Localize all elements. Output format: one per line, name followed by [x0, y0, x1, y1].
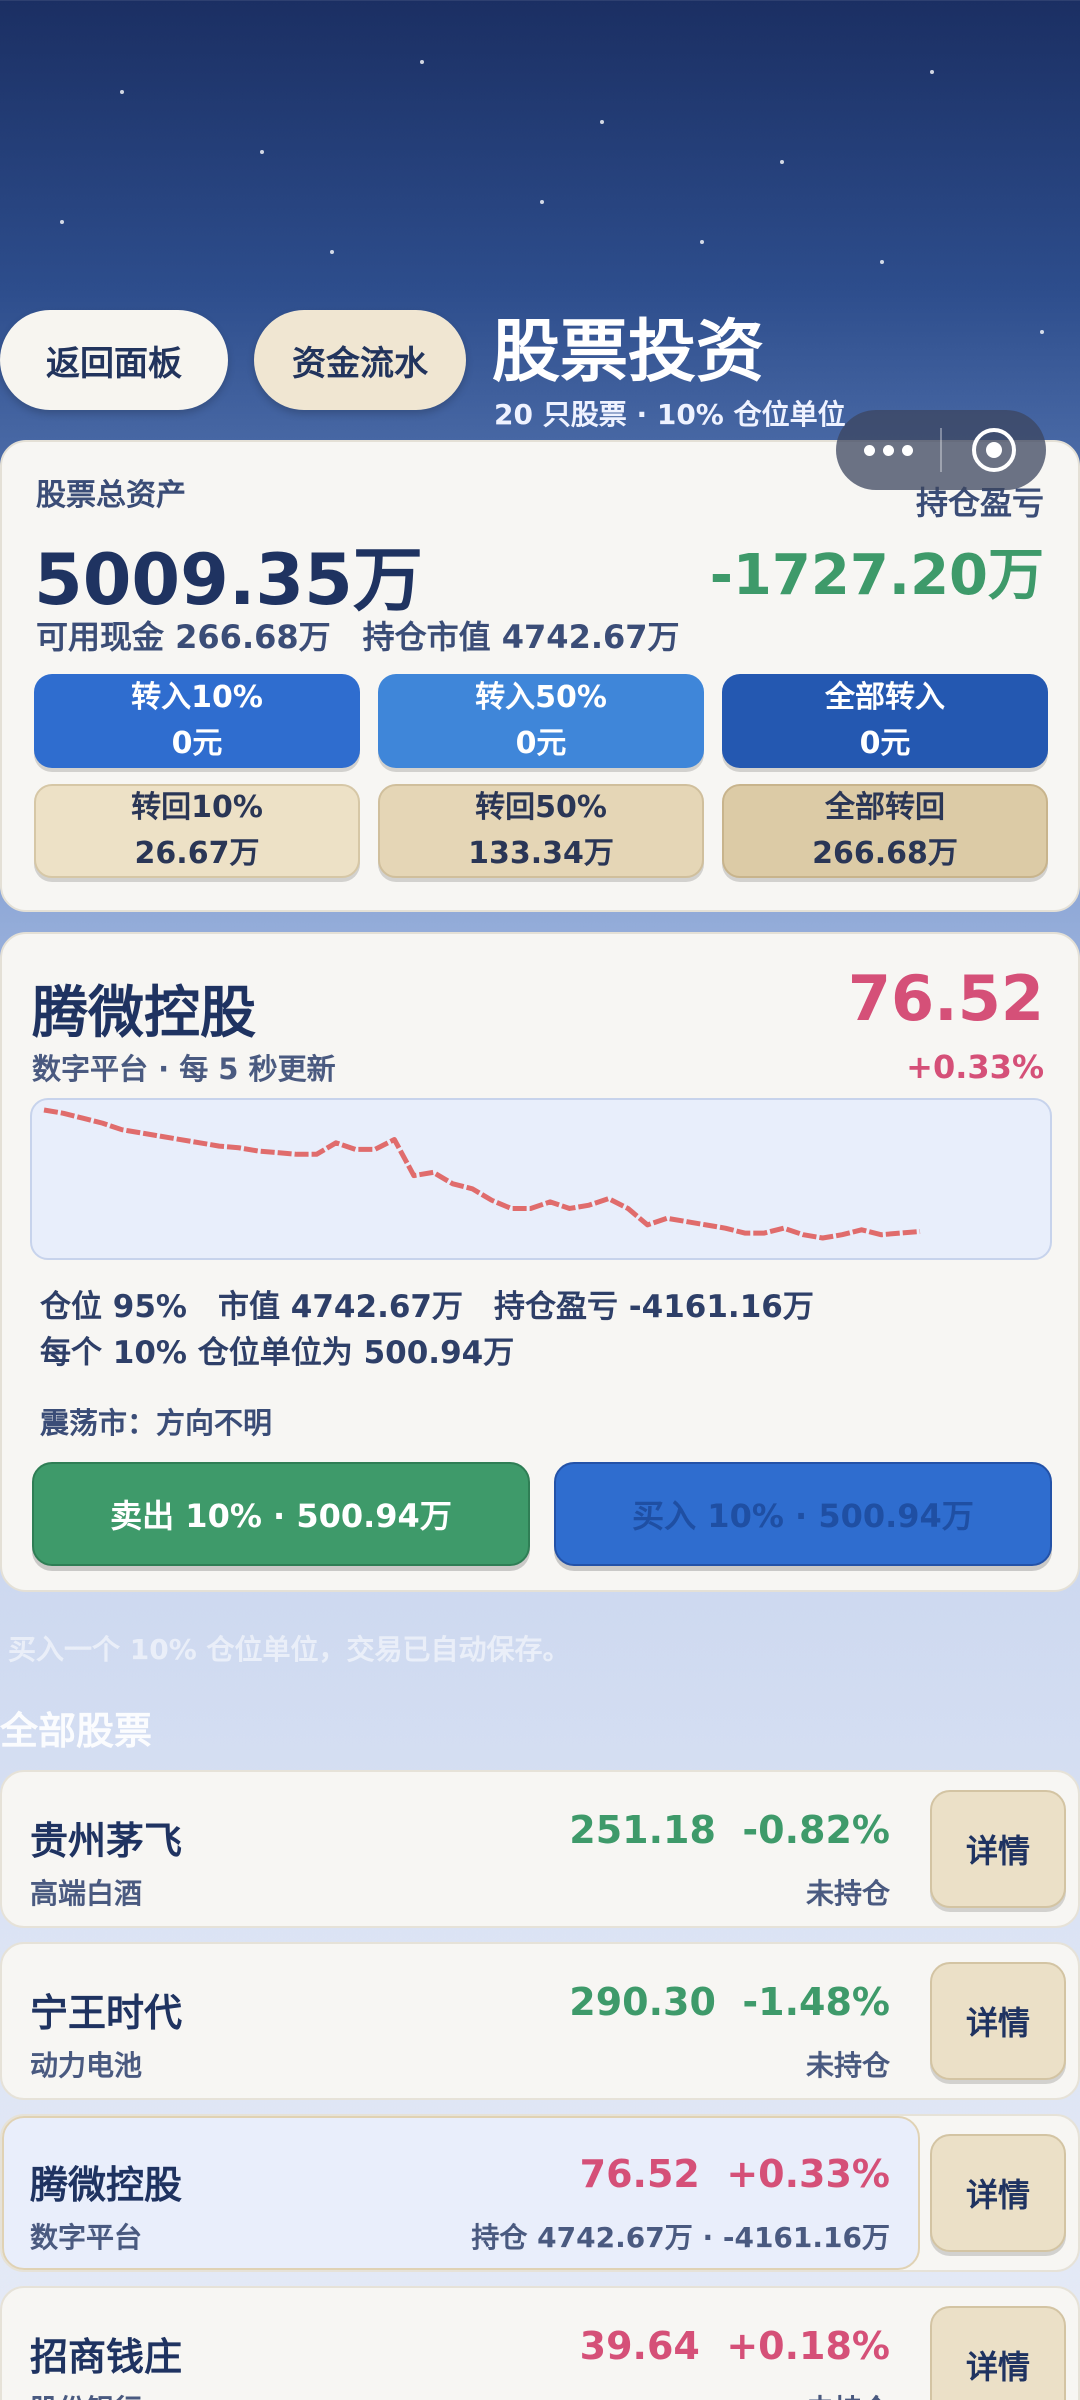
total-assets-value: 5009.35万 — [34, 539, 423, 621]
list-item-holding: 未持仓 — [806, 2388, 890, 2400]
all-stocks-title: 全部股票 — [0, 1709, 153, 1753]
transfer-out-10-button[interactable]: 转回10% 26.67万 — [34, 784, 360, 878]
price-series-line — [43, 1107, 921, 1241]
list-item-sector: 股份银行 — [30, 2388, 142, 2400]
list-item-holding: 未持仓 — [805, 1877, 890, 1910]
price-chart-svg — [43, 1107, 921, 1241]
back-to-panel-button[interactable]: 返回面板 — [0, 310, 228, 410]
stock-meta: 数字平台 · 每 5 秒更新 — [32, 1052, 336, 1086]
button-label: 转回50% — [475, 790, 607, 825]
button-amount: 0元 — [515, 726, 567, 761]
page-title: 股票投资 — [492, 313, 765, 392]
list-item[interactable]: 贵州茅飞 高端白酒 251.18 -0.82% 未持仓 详情 — [0, 1770, 1080, 1928]
button-label: 转入50% — [475, 680, 607, 715]
trade-saved-message: 买入一个 10% 仓位单位，交易已自动保存。 — [8, 1633, 571, 1666]
transfer-buttons: 转入10% 0元 转入50% 0元 全部转入 0元 转回10% 26.67万 转… — [34, 674, 1050, 878]
transfer-in-all-button[interactable]: 全部转入 0元 — [722, 674, 1048, 768]
stock-detail-card: 腾微控股 76.52 数字平台 · 每 5 秒更新 +0.33% 仓位 95% … — [0, 932, 1080, 1592]
button-label: 全部转入 — [825, 680, 945, 715]
list-item-name: 贵州茅飞 — [30, 1819, 183, 1863]
button-amount: 26.67万 — [134, 836, 260, 871]
list-item-price: 39.64 +0.18% — [579, 2324, 890, 2368]
detail-button[interactable]: 详情 — [930, 2306, 1066, 2400]
transfer-in-50-button[interactable]: 转入50% 0元 — [378, 674, 704, 768]
list-item-name: 宁王时代 — [30, 1991, 183, 2035]
list-item-holding: 未持仓 — [805, 2049, 890, 2082]
total-assets-label: 股票总资产 — [36, 478, 186, 513]
button-amount: 133.34万 — [468, 836, 614, 871]
assets-card: 股票总资产 持仓盈亏 5009.35万 -1727.20万 可用现金 266.6… — [0, 440, 1080, 912]
miniprogram-capsule — [836, 410, 1046, 490]
position-pnl-value: -1727.20万 — [709, 543, 1044, 608]
list-item-sector: 动力电池 — [30, 2049, 143, 2082]
list-item-selected[interactable]: 腾微控股 数字平台 76.52 +0.33% 持仓 4742.67万 · -41… — [0, 2114, 1080, 2272]
stock-change: +0.33% — [906, 1048, 1044, 1086]
position-info-line2: 每个 10% 仓位单位为 500.94万 — [40, 1335, 515, 1371]
transfer-in-10-button[interactable]: 转入10% 0元 — [34, 674, 360, 768]
list-item[interactable]: 宁王时代 动力电池 290.30 -1.48% 未持仓 详情 — [0, 1942, 1080, 2100]
market-note: 震荡市：方向不明 — [40, 1406, 273, 1440]
button-label: 转入10% — [131, 680, 263, 715]
list-item-sector: 高端白酒 — [30, 1877, 143, 1910]
button-label: 转回10% — [131, 790, 263, 825]
button-amount: 0元 — [171, 726, 223, 761]
list-item-holding: 持仓 4742.67万 · -4161.16万 — [471, 2221, 890, 2254]
detail-button[interactable]: 详情 — [930, 2134, 1066, 2252]
buy-button[interactable]: 买入 10% · 500.94万 — [554, 1462, 1052, 1566]
fund-flow-button[interactable]: 资金流水 — [254, 310, 466, 410]
list-item-price: 290.30 -1.48% — [569, 1980, 890, 2024]
stock-price: 76.52 — [847, 962, 1044, 1035]
transfer-out-50-button[interactable]: 转回50% 133.34万 — [378, 784, 704, 878]
close-target-icon[interactable] — [942, 428, 1046, 472]
list-item-name: 招商钱庄 — [30, 2335, 183, 2379]
button-label: 全部转回 — [825, 790, 945, 825]
price-chart — [30, 1098, 1052, 1260]
button-amount: 0元 — [859, 726, 911, 761]
stock-name: 腾微控股 — [32, 981, 256, 1046]
detail-button[interactable]: 详情 — [930, 1962, 1066, 2080]
more-icon[interactable] — [836, 444, 940, 456]
list-item-price: 76.52 +0.33% — [579, 2152, 890, 2196]
list-item[interactable]: 招商钱庄 股份银行 39.64 +0.18% 未持仓 详情 — [0, 2286, 1080, 2400]
list-item-price: 251.18 -0.82% — [569, 1808, 890, 1852]
detail-button[interactable]: 详情 — [930, 1790, 1066, 1908]
sell-button[interactable]: 卖出 10% · 500.94万 — [32, 1462, 530, 1566]
button-amount: 266.68万 — [812, 836, 958, 871]
list-item-sector: 数字平台 — [30, 2221, 143, 2254]
cash-and-market-value: 可用现金 266.68万 持仓市值 4742.67万 — [36, 618, 680, 656]
transfer-out-all-button[interactable]: 全部转回 266.68万 — [722, 784, 1048, 878]
position-info: 仓位 95% 市值 4742.67万 持仓盈亏 -4161.16万 每个 10%… — [40, 1284, 814, 1376]
list-item-name: 腾微控股 — [30, 2163, 183, 2207]
page-subtitle: 20 只股票 · 10% 仓位单位 — [494, 398, 846, 431]
position-info-line1: 仓位 95% 市值 4742.67万 持仓盈亏 -4161.16万 — [40, 1289, 814, 1325]
